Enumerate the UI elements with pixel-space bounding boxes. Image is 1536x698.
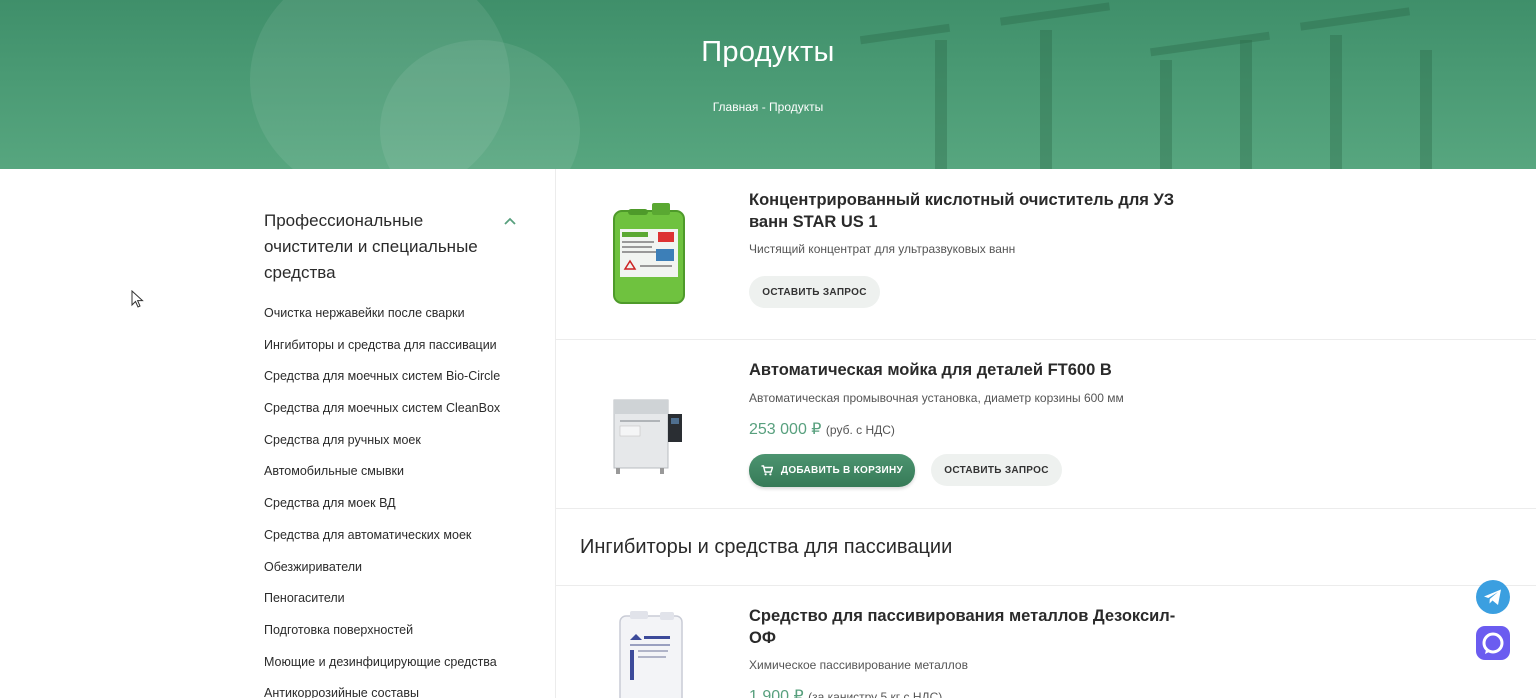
sidebar-item[interactable]: Обезжириватели [264, 560, 524, 592]
price-note: (руб. с НДС) [825, 423, 895, 437]
sidebar-item[interactable]: Средства для моечных систем Bio-Circle [264, 369, 524, 401]
product-canister-image[interactable] [600, 610, 700, 698]
add-to-cart-button[interactable]: ДОБАВИТЬ В КОРЗИНУ [749, 454, 915, 487]
section-title: Ингибиторы и средства для пассивации [580, 536, 953, 558]
sidebar-item[interactable]: Автомобильные смывки [264, 464, 524, 496]
product-card: Средство для пассивирования металлов Дез… [556, 586, 1536, 698]
cart-icon [761, 465, 773, 476]
category-list: Очистка нержавейки после сварки Ингибито… [264, 306, 524, 698]
sidebar-item[interactable]: Средства для моечных систем CleanBox [264, 401, 524, 433]
sidebar-item[interactable]: Средства для моек ВД [264, 496, 524, 528]
sidebar-item[interactable]: Ингибиторы и средства для пассивации [264, 338, 524, 370]
product-price: 1 900 ₽ (за канистру 5 кг с НДС) [749, 686, 942, 698]
hero-banner: Продукты Главная - Продукты [0, 0, 1536, 169]
price-note: (за канистру 5 кг с НДС) [808, 690, 943, 698]
mouse-cursor-icon [131, 290, 144, 308]
product-machine-image[interactable] [600, 390, 700, 475]
sidebar-item[interactable]: Очистка нержавейки после сварки [264, 306, 524, 338]
telegram-icon[interactable] [1476, 580, 1510, 614]
add-to-cart-label: ДОБАВИТЬ В КОРЗИНУ [780, 465, 904, 476]
sidebar-item[interactable]: Подготовка поверхностей [264, 623, 524, 655]
price-value: 1 900 ₽ [749, 688, 804, 698]
product-price: 253 000 ₽ (руб. с НДС) [749, 419, 895, 439]
product-title[interactable]: Автоматическая мойка для деталей FT600 В [749, 359, 1189, 381]
sidebar-item[interactable]: Средства для автоматических моек [264, 528, 524, 560]
price-value: 253 000 ₽ [749, 421, 822, 438]
category-header[interactable]: Профессиональные очистители и специальны… [264, 208, 524, 286]
sidebar-item[interactable]: Антикоррозийные составы [264, 686, 524, 698]
chevron-up-icon[interactable] [504, 217, 516, 225]
sidebar-item[interactable]: Средства для ручных моек [264, 433, 524, 465]
page-title: Продукты [701, 36, 835, 68]
product-title[interactable]: Концентрированный кислотный очиститель д… [749, 189, 1189, 233]
breadcrumb[interactable]: Главная - Продукты [0, 100, 1536, 114]
breadcrumb-text[interactable]: Главная - Продукты [713, 100, 824, 114]
row-divider [556, 508, 1536, 509]
product-description: Химическое пассивирование металлов [749, 658, 968, 672]
sidebar-item[interactable]: Пеногасители [264, 591, 524, 623]
product-card: Концентрированный кислотный очиститель д… [556, 169, 1536, 339]
chat-icon[interactable] [1476, 626, 1510, 660]
category-sidebar: Профессиональные очистители и специальны… [264, 208, 524, 698]
request-button[interactable]: ОСТАВИТЬ ЗАПРОС [749, 276, 880, 308]
product-title[interactable]: Средство для пассивирования металлов Дез… [749, 605, 1189, 649]
product-description: Чистящий концентрат для ультразвуковых в… [749, 242, 1016, 256]
category-title[interactable]: Профессиональные очистители и специальны… [264, 208, 494, 286]
product-card: Автоматическая мойка для деталей FT600 В… [556, 340, 1536, 508]
request-button[interactable]: ОСТАВИТЬ ЗАПРОС [931, 454, 1062, 486]
sidebar-item[interactable]: Моющие и дезинфицирующие средства [264, 655, 524, 687]
product-description: Автоматическая промывочная установка, ди… [749, 391, 1124, 405]
product-canister-image[interactable] [600, 199, 700, 309]
